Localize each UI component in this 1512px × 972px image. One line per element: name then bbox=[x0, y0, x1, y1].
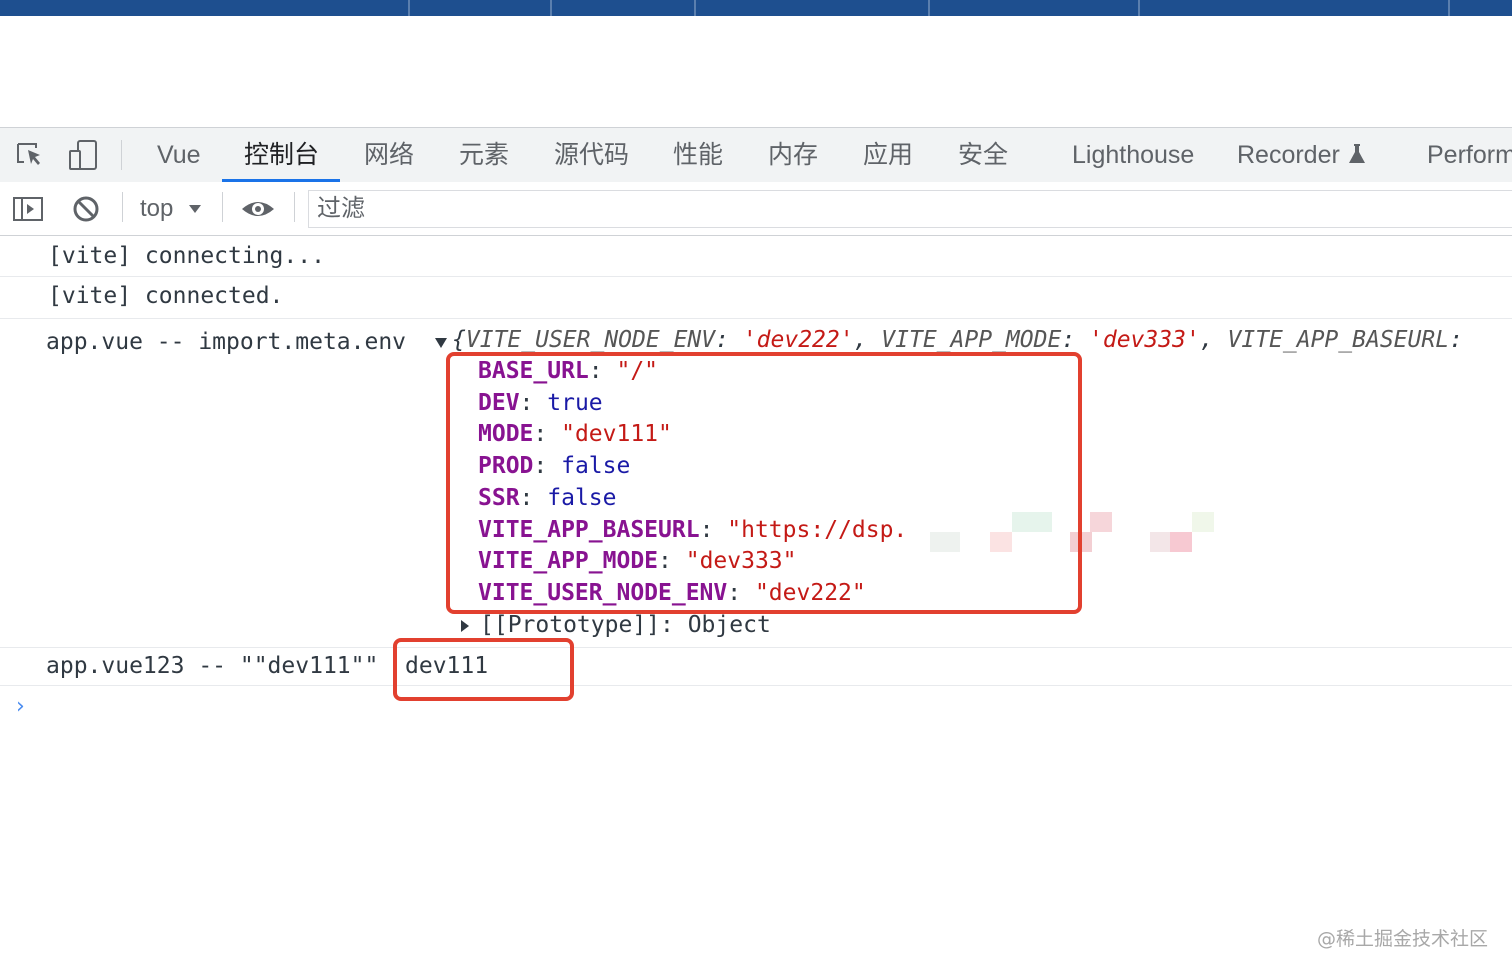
tab-network[interactable]: 网络 bbox=[364, 128, 414, 182]
context-selector[interactable]: top bbox=[140, 192, 202, 226]
strip-divider bbox=[1448, 0, 1450, 16]
strip-divider bbox=[408, 0, 410, 16]
devtools-tab-bar: Vue 控制台 网络 元素 源代码 性能 内存 应用 安全 Lighthouse… bbox=[0, 127, 1512, 183]
preview-key: VITE_APP_MODE bbox=[881, 327, 1062, 353]
eye-icon[interactable] bbox=[240, 193, 276, 225]
redaction-pixel bbox=[1150, 532, 1172, 552]
tab-performance-insights[interactable]: Perform bbox=[1427, 128, 1512, 182]
watermark: @稀土掘金技术社区 bbox=[1316, 928, 1488, 950]
toolbar-divider bbox=[121, 140, 122, 170]
context-label: top bbox=[140, 195, 174, 222]
message-divider bbox=[0, 685, 1512, 686]
strip-divider bbox=[550, 0, 552, 16]
browser-top-strip bbox=[0, 0, 1512, 16]
preview-key: VITE_USER_NODE_ENV bbox=[465, 327, 716, 353]
filter-input[interactable]: 过滤 bbox=[308, 190, 1512, 228]
tab-memory[interactable]: 内存 bbox=[768, 128, 818, 182]
tab-sources[interactable]: 源代码 bbox=[554, 128, 629, 182]
collapse-triangle-icon[interactable] bbox=[460, 619, 470, 638]
preview-value: 'dev222' bbox=[742, 327, 854, 353]
device-toolbar-icon[interactable] bbox=[66, 138, 100, 172]
chevron-down-icon bbox=[189, 205, 202, 213]
tab-performance[interactable]: 性能 bbox=[673, 128, 723, 182]
tab-vue[interactable]: Vue bbox=[157, 128, 201, 182]
filter-placeholder: 过滤 bbox=[317, 195, 365, 222]
console-message: [vite] connected. bbox=[48, 283, 284, 309]
tab-lighthouse[interactable]: Lighthouse bbox=[1072, 128, 1194, 182]
tab-recorder-label: Recorder bbox=[1237, 141, 1340, 169]
tab-recorder[interactable]: Recorder bbox=[1237, 128, 1367, 182]
tab-elements[interactable]: 元素 bbox=[459, 128, 509, 182]
console-log-prefix: app.vue123 -- ""dev111"" bbox=[46, 653, 379, 679]
flask-icon bbox=[1348, 144, 1365, 163]
prototype-entry[interactable]: [[Prototype]]: Object bbox=[480, 612, 771, 638]
redaction-pixel bbox=[1170, 532, 1192, 552]
highlight-box bbox=[446, 352, 1082, 614]
tab-application[interactable]: 应用 bbox=[863, 128, 913, 182]
clear-console-icon[interactable] bbox=[70, 193, 102, 225]
message-divider bbox=[0, 276, 1512, 277]
strip-divider bbox=[694, 0, 696, 16]
preview-key: VITE_APP_BASEURL bbox=[1227, 327, 1450, 353]
console-toolbar: top 过滤 bbox=[0, 182, 1512, 236]
message-divider bbox=[0, 318, 1512, 319]
sidebar-toggle-icon[interactable] bbox=[12, 193, 44, 225]
strip-divider bbox=[1138, 0, 1140, 16]
tab-console[interactable]: 控制台 bbox=[244, 128, 319, 182]
highlight-box bbox=[393, 638, 574, 701]
redaction-pixel bbox=[1192, 512, 1214, 532]
toolbar-divider bbox=[222, 192, 223, 222]
console-log-prefix: app.vue -- import.meta.env bbox=[46, 329, 407, 355]
expand-triangle-icon[interactable] bbox=[434, 336, 448, 354]
strip-divider bbox=[928, 0, 930, 16]
toolbar-divider bbox=[122, 192, 123, 222]
redaction-pixel bbox=[1090, 512, 1112, 532]
object-preview[interactable]: {VITE_USER_NODE_ENV: 'dev222', VITE_APP_… bbox=[452, 327, 1463, 353]
message-divider bbox=[0, 647, 1512, 648]
inspect-element-icon[interactable] bbox=[14, 138, 48, 172]
console-message: [vite] connecting... bbox=[48, 243, 325, 269]
preview-value: 'dev333' bbox=[1089, 327, 1200, 353]
tab-security[interactable]: 安全 bbox=[958, 128, 1008, 182]
console-prompt[interactable]: › bbox=[16, 694, 25, 719]
toolbar-divider bbox=[294, 192, 295, 222]
